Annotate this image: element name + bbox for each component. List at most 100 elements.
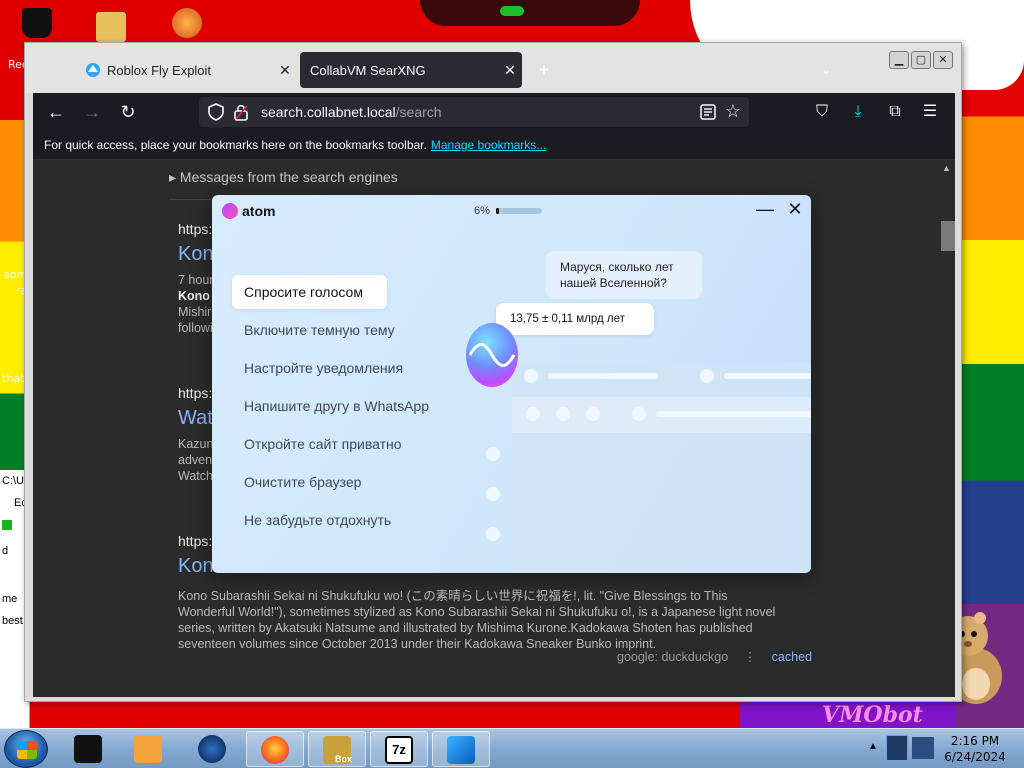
- tab-label: CollabVM SearXNG: [310, 62, 426, 78]
- media-player-icon: [134, 735, 162, 763]
- volume-icon[interactable]: [912, 737, 934, 759]
- new-tab-button[interactable]: +: [533, 59, 555, 81]
- atom-progress-label: 6%: [474, 205, 490, 217]
- atom-tip-whatsapp[interactable]: Напишите другу в WhatsApp: [232, 389, 441, 427]
- mock-dot: [486, 487, 500, 501]
- tab-bar: Roblox Fly Exploit ✕ CollabVM SearXNG ✕ …: [25, 43, 961, 93]
- atom-progress-fill: [495, 208, 499, 214]
- clock-time: 2:16 PM: [950, 734, 1000, 748]
- bookmarks-hint-text: For quick access, place your bookmarks h…: [44, 138, 427, 152]
- taskbar-app-vm[interactable]: [432, 731, 490, 767]
- black-box-icon: [74, 735, 102, 763]
- window-controls: ▁ ▢ ✕: [889, 51, 953, 69]
- tab-list-chevron-icon[interactable]: ⌄: [815, 59, 837, 81]
- tab-label: Roblox Fly Exploit: [107, 62, 212, 78]
- atom-brand: atom: [242, 203, 276, 219]
- lock-icon[interactable]: [233, 103, 249, 121]
- box-label: Box: [335, 754, 353, 764]
- tray-expand-icon[interactable]: ▲: [868, 741, 878, 752]
- atom-onboarding-popup: atom 6% — ✕ Спросите голосом Включите те…: [212, 195, 811, 573]
- tab-roblox-fly-exploit[interactable]: Roblox Fly Exploit ✕: [73, 52, 297, 88]
- address-bar[interactable]: search.collabnet.local/search ☆: [199, 97, 749, 127]
- forward-arrow-icon[interactable]: →: [79, 99, 105, 125]
- taskbar-app-media[interactable]: [120, 731, 178, 767]
- close-window-button[interactable]: ✕: [933, 51, 953, 69]
- page-scrollbar[interactable]: ▲: [939, 159, 955, 697]
- taskbar-clock[interactable]: 2:16 PM 6/24/2024: [940, 733, 1010, 765]
- firefox-icon: [261, 736, 289, 764]
- desktop-icon-label: that: [2, 372, 25, 385]
- tracking-shield-icon[interactable]: [207, 103, 225, 121]
- atom-logo: atom: [222, 203, 275, 219]
- desktop-icon-trash[interactable]: [22, 8, 52, 38]
- atom-logo-icon: [222, 203, 238, 219]
- manage-bookmarks-link[interactable]: Manage bookmarks...: [431, 138, 546, 152]
- mock-dot: [526, 407, 540, 421]
- extensions-icon[interactable]: ⧉: [884, 101, 906, 123]
- mock-dot: [556, 407, 570, 421]
- atom-tips-menu: Спросите голосом Включите темную тему На…: [232, 275, 441, 541]
- menu-hamburger-icon[interactable]: ☰: [919, 101, 941, 123]
- taskbar-app-box[interactable]: Box: [308, 731, 366, 767]
- desktop-icon-app[interactable]: [172, 8, 202, 38]
- tab-close-icon[interactable]: ✕: [273, 62, 297, 79]
- vmobot-banner: VMObot: [740, 700, 955, 728]
- taskbar-app-globe[interactable]: [184, 731, 242, 767]
- tab-collabvm-searxng[interactable]: CollabVM SearXNG ✕: [300, 52, 522, 88]
- 7zip-icon: 7z: [385, 736, 413, 764]
- tab-favicon-icon: [86, 63, 100, 77]
- mock-dot: [486, 447, 500, 461]
- virtualbox-icon: [447, 736, 475, 764]
- taskbar-app-terminal[interactable]: [60, 731, 118, 767]
- atom-tip-private[interactable]: Откройте сайт приватно: [232, 427, 441, 465]
- pocket-icon[interactable]: ⛉: [811, 101, 833, 123]
- atom-tip-rest[interactable]: Не забудьте отдохнуть: [232, 503, 441, 541]
- mock-dot: [486, 527, 500, 541]
- mock-dot: [700, 369, 714, 383]
- scrollbar-thumb[interactable]: [941, 221, 955, 251]
- cached-link[interactable]: cached: [772, 650, 812, 664]
- mock-line: [656, 411, 811, 417]
- mock-dot: [586, 407, 600, 421]
- atom-progress-track: [495, 208, 542, 214]
- result-engines: google: duckduckgo: [617, 650, 729, 664]
- mock-dot: [632, 407, 646, 421]
- atom-tip-dark-theme[interactable]: Включите темную тему: [232, 313, 441, 351]
- bookmarks-toolbar: For quick access, place your bookmarks h…: [33, 131, 955, 159]
- mock-line: [724, 373, 811, 379]
- atom-tip-notifications[interactable]: Настройте уведомления: [232, 351, 441, 389]
- atom-close-icon[interactable]: ✕: [786, 199, 804, 219]
- scroll-up-icon[interactable]: ▲: [942, 163, 951, 173]
- url-text: search.collabnet.local/search: [261, 104, 442, 120]
- network-icon[interactable]: [886, 735, 908, 761]
- atom-tip-clear-browser[interactable]: Очистите браузер: [232, 465, 441, 503]
- url-path: /search: [395, 104, 442, 120]
- mock-line: [548, 373, 658, 379]
- reader-view-icon[interactable]: [699, 103, 717, 121]
- desktop-top-shape: [420, 0, 640, 26]
- start-button[interactable]: [4, 730, 48, 768]
- back-arrow-icon[interactable]: ←: [43, 99, 69, 125]
- taskbar-app-7zip[interactable]: 7z: [370, 731, 428, 767]
- mock-browser-illustration: [512, 363, 811, 573]
- minimize-button[interactable]: ▁: [889, 51, 909, 69]
- mock-dot: [524, 369, 538, 383]
- desktop-icon-folder[interactable]: [96, 12, 126, 42]
- question-bubble: Маруся, сколько лет нашей Вселенной?: [546, 251, 702, 299]
- marusya-voice-orb-icon: [466, 323, 518, 387]
- bookmark-star-icon[interactable]: ☆: [723, 101, 743, 121]
- result-description: Kono Subarashii Sekai ni Shukufuku wo! (…: [178, 589, 776, 651]
- tab-close-icon[interactable]: ✕: [498, 62, 522, 79]
- atom-minimize-icon[interactable]: —: [756, 199, 774, 219]
- navigation-toolbar: ← → ↻ search.collabnet.local/search ☆ ⛉ …: [33, 93, 955, 131]
- download-icon[interactable]: ⤓: [847, 101, 869, 123]
- atom-progress: 6%: [474, 205, 542, 217]
- system-tray: ▲: [868, 731, 938, 767]
- atom-tip-voice[interactable]: Спросите голосом: [232, 275, 387, 309]
- taskbar: Box 7z ▲ 2:16 PM 6/24/2024: [0, 728, 1024, 768]
- reload-icon[interactable]: ↻: [115, 99, 141, 125]
- taskbar-app-firefox[interactable]: [246, 731, 304, 767]
- messages-from-search-engines-toggle[interactable]: ▸ Messages from the search engines: [169, 169, 398, 186]
- maximize-button[interactable]: ▢: [911, 51, 931, 69]
- result-footer: google: duckduckgo ⋮ cached: [617, 649, 812, 664]
